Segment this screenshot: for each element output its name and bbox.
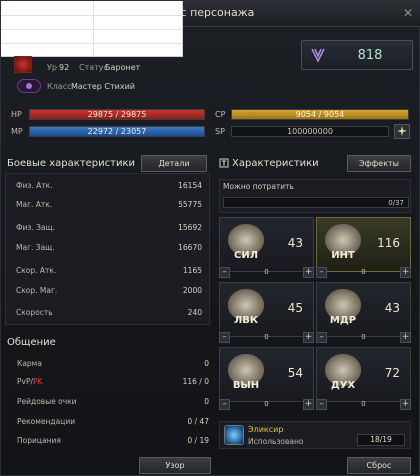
list-item: Маг. Атк. 55775 — [16, 200, 202, 209]
stepper-str: – 0 + — [219, 267, 314, 278]
combat-power-box: 818 — [301, 40, 413, 70]
list-item: Физ. Атк. 16154 — [16, 181, 202, 190]
class-icon — [17, 79, 41, 93]
pattern-button[interactable]: Узор — [139, 457, 211, 474]
close-icon[interactable]: ✕ — [401, 6, 415, 20]
stat-int[interactable]: ИНТ 116 — [316, 217, 411, 272]
social-panel: Карма 0 PvP/PK 116 / 0 Рейдовые очки 0 Реко… — [5, 353, 210, 449]
list-item: Рекомендации 0 / 47 — [17, 417, 209, 426]
stepper-wit: – 0 + — [316, 332, 411, 343]
class-label: Класс — [47, 82, 72, 91]
stepper-con: – 0 + — [219, 399, 314, 410]
list-item: PvP/PK 116 / 0 — [17, 377, 209, 386]
elixir-icon[interactable] — [224, 425, 244, 445]
list-item: Карма 0 — [17, 359, 209, 368]
combat-power-icon — [311, 48, 325, 63]
stepper-int: – 0 + — [316, 267, 411, 278]
combat-stats-panel: Физ. Атк. 16154 Маг. Атк. 55775 Физ. Защ. 1… — [5, 173, 210, 325]
stepper-men: – 0 + — [316, 399, 411, 410]
increment-button[interactable]: + — [400, 332, 411, 343]
cp-label: CP — [215, 110, 226, 119]
stat-dex[interactable]: ЛВК 45 — [219, 282, 314, 337]
increment-button[interactable]: + — [303, 267, 314, 278]
details-button[interactable]: Детали — [141, 155, 207, 172]
sparkle-icon — [397, 126, 407, 136]
sp-action-button[interactable] — [394, 124, 410, 139]
decrement-button[interactable]: – — [316, 332, 327, 343]
hp-bar: 29875 / 29875 — [29, 109, 205, 120]
overlay-panel — [1, 1, 183, 57]
sp-label: SP — [215, 127, 225, 136]
combat-power-value: 818 — [357, 48, 383, 63]
increment-button[interactable]: + — [303, 332, 314, 343]
effects-button[interactable]: Эффекты — [347, 155, 411, 172]
elixir-count: 18/19 — [357, 434, 405, 446]
level-label: Ур — [47, 63, 57, 72]
spend-label: Можно потратить — [223, 182, 294, 191]
mp-label: MP — [11, 127, 23, 136]
character-status-window: тус персонажа ✕ Ур 92 Статус Баронет Кла… — [0, 0, 420, 476]
increment-button[interactable]: + — [303, 399, 314, 410]
decrement-button[interactable]: – — [316, 399, 327, 410]
list-item: Скор. Маг. 2000 — [16, 286, 202, 295]
status-value: Баронет — [105, 63, 141, 72]
mp-bar: 22972 / 23057 — [29, 126, 205, 137]
list-item: Маг. Защ. 16670 — [16, 243, 202, 252]
level-value: 92 — [59, 63, 70, 72]
spend-bar: 0/37 — [223, 197, 409, 208]
list-item: Скор. Атк. 1165 — [16, 266, 202, 275]
reset-button[interactable]: Сброс — [347, 457, 411, 474]
list-item: Рейдовые очки 0 — [17, 397, 209, 406]
combat-title: Боевые характеристики — [7, 158, 135, 169]
sp-bar: 100000000 — [231, 126, 389, 137]
avatar — [14, 56, 32, 73]
elixir-name: Эликсир — [248, 425, 284, 434]
decrement-button[interactable]: – — [219, 332, 230, 343]
class-value: Мастер Стихий — [71, 82, 135, 91]
status-label: Статус — [79, 63, 108, 72]
stat-con[interactable]: ВЫН 54 — [219, 347, 314, 402]
cp-bar: 9054 / 9054 — [231, 109, 409, 120]
characteristics-icon — [219, 158, 229, 168]
spend-value: 0/37 — [388, 199, 404, 207]
decrement-button[interactable]: – — [219, 399, 230, 410]
pk-label: PK — [33, 377, 43, 386]
increment-button[interactable]: + — [400, 267, 411, 278]
list-item: Скорость 240 — [16, 308, 202, 317]
social-title: Общение — [7, 337, 56, 348]
stat-wit[interactable]: МДР 43 — [316, 282, 411, 337]
characteristics-title: Характеристики — [232, 158, 319, 169]
increment-button[interactable]: + — [400, 399, 411, 410]
hp-label: HP — [11, 110, 22, 119]
elixir-used-label: Использовано — [248, 437, 304, 446]
decrement-button[interactable]: – — [219, 267, 230, 278]
stat-men[interactable]: ДУХ 72 — [316, 347, 411, 402]
stat-str[interactable]: СИЛ 43 — [219, 217, 314, 272]
list-item: Физ. Защ. 15692 — [16, 223, 202, 232]
list-item: Порицания 0 / 19 — [17, 436, 209, 445]
decrement-button[interactable]: – — [316, 267, 327, 278]
stepper-dex: – 0 + — [219, 332, 314, 343]
